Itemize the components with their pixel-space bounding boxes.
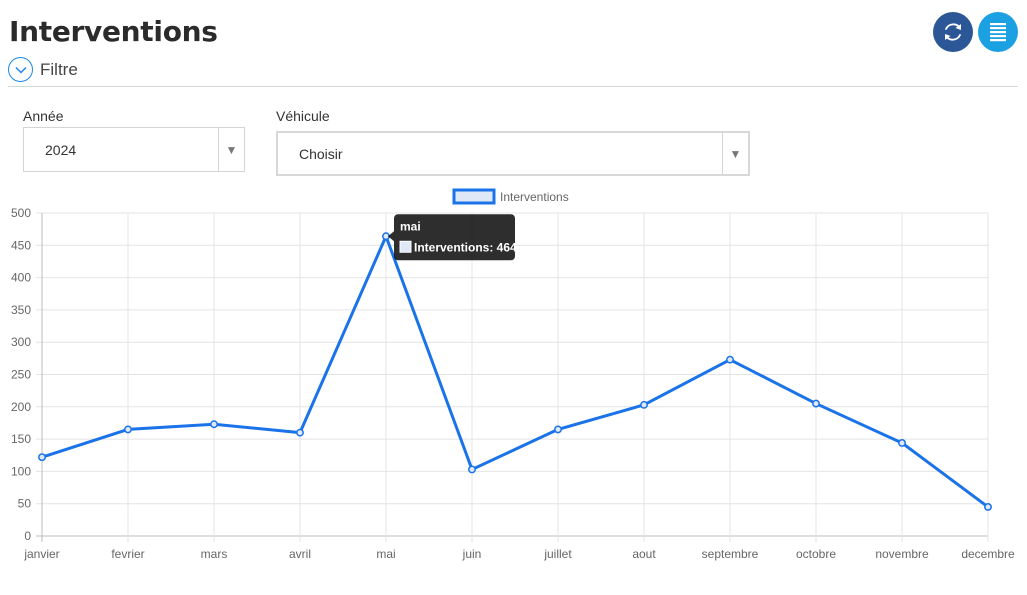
data-point — [984, 502, 992, 511]
filter-toggle[interactable]: Filtre — [8, 57, 78, 82]
x-tick-label: aout — [632, 547, 656, 561]
y-tick-label: 250 — [11, 368, 31, 382]
data-point — [554, 425, 562, 434]
chevron-down-icon — [8, 57, 33, 82]
x-tick-label: juin — [462, 547, 482, 561]
x-tick-label: novembre — [875, 547, 929, 561]
x-tick-label: mai — [376, 547, 395, 561]
data-point — [38, 453, 46, 462]
x-tick-label: septembre — [702, 547, 759, 561]
data-point — [898, 439, 906, 447]
x-tick-label: decembre — [961, 547, 1015, 561]
divider — [8, 86, 1018, 87]
legend-swatch — [452, 188, 496, 205]
data-point — [210, 420, 218, 429]
x-tick-label: janvier — [23, 547, 59, 561]
x-tick-label: fevrier — [111, 547, 144, 561]
y-tick-label: 150 — [11, 432, 31, 446]
year-select-value: 2024 — [45, 141, 77, 158]
x-tick-label: juillet — [543, 547, 572, 561]
tooltip-title: mai — [400, 219, 421, 233]
vehicle-label: Véhicule — [276, 108, 330, 124]
x-tick-label: octobre — [796, 547, 836, 561]
data-point — [296, 428, 304, 437]
y-tick-label: 300 — [11, 335, 31, 349]
tooltip-caret — [388, 231, 394, 242]
refresh-icon — [945, 23, 961, 41]
list-icon — [990, 23, 1006, 42]
data-point — [726, 355, 734, 364]
y-tick-label: 450 — [11, 238, 31, 252]
y-tick-label: 200 — [11, 400, 31, 414]
filter-label: Filtre — [40, 59, 78, 79]
data-point — [812, 399, 820, 408]
series-line — [41, 232, 989, 509]
data-point — [468, 465, 476, 474]
data-point — [640, 400, 648, 409]
tooltip-label: Interventions: 464 — [414, 240, 517, 254]
tooltip-swatch — [399, 240, 412, 253]
refresh-button[interactable] — [933, 12, 973, 52]
y-tick-label: 50 — [18, 497, 32, 511]
dropdown-arrow-icon: ▼ — [722, 133, 748, 174]
y-tick-label: 0 — [24, 529, 31, 543]
year-select[interactable]: 2024 ▼ — [23, 127, 245, 172]
interventions-line-chart: 0 50 100 150 200 250 300 350 400 450 500 janvier fev… — [11, 188, 1015, 561]
y-tick-label: 100 — [11, 464, 31, 478]
legend-label: Interventions — [500, 190, 569, 204]
vehicle-select[interactable]: Choisir ▼ — [276, 131, 750, 176]
year-label: Année — [23, 108, 64, 124]
y-tick-label: 350 — [11, 303, 31, 317]
page-title: Interventions — [9, 15, 218, 48]
dropdown-arrow-icon: ▼ — [218, 128, 244, 171]
y-tick-label: 500 — [11, 206, 31, 220]
list-view-button[interactable] — [978, 12, 1018, 52]
y-tick-label: 400 — [11, 271, 31, 285]
vehicle-select-value: Choisir — [299, 145, 343, 162]
data-point — [124, 425, 132, 434]
x-tick-label: avril — [289, 547, 311, 561]
x-tick-label: mars — [201, 547, 228, 561]
